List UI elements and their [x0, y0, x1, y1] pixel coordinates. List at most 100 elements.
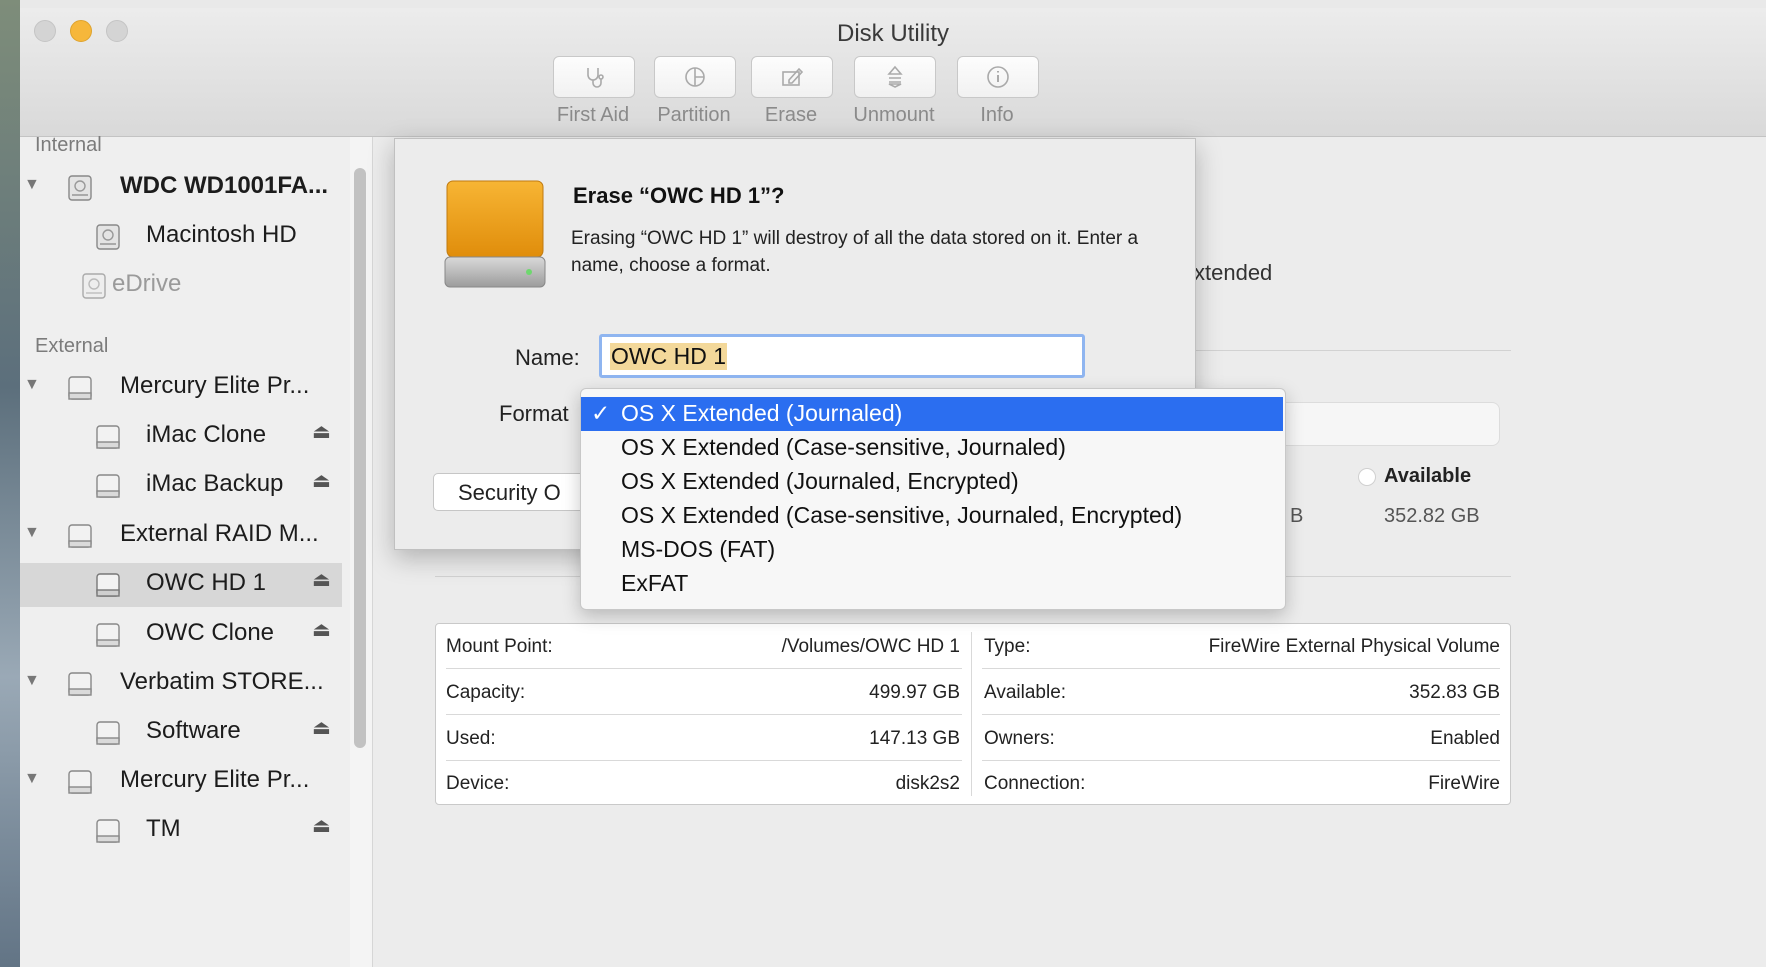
sidebar-item-imac-clone[interactable]: iMac Clone ⏏	[20, 415, 342, 459]
external-disk-icon	[96, 721, 120, 745]
sidebar-scroll-thumb[interactable]	[354, 168, 366, 748]
device-label: Device:	[446, 773, 510, 794]
eject-icon[interactable]: ⏏	[312, 567, 331, 592]
disclosure-triangle-icon[interactable]: ▼	[24, 524, 40, 542]
sidebar-item-mercury-elite-2[interactable]: ▼ Mercury Elite Pr...	[20, 760, 342, 804]
external-disk-icon	[68, 770, 92, 794]
info-icon	[987, 66, 1009, 88]
name-input-value: OWC HD 1	[610, 343, 727, 370]
device-value: disk2s2	[895, 773, 960, 794]
sidebar-item-edrive[interactable]: eDrive	[20, 264, 342, 308]
name-label: Name:	[515, 345, 580, 370]
dialog-title: Erase “OWC HD 1”?	[573, 183, 785, 208]
unmount-label: Unmount	[853, 104, 935, 126]
partition-button[interactable]	[654, 56, 736, 98]
sidebar-item-imac-backup[interactable]: iMac Backup ⏏	[20, 464, 342, 508]
usage-bar	[1270, 402, 1500, 446]
volume-format-text: xtended	[1194, 260, 1273, 285]
format-dropdown-menu: ✓ OS X Extended (Journaled) OS X Extende…	[580, 388, 1286, 610]
sidebar-item-label: Mercury Elite Pr...	[120, 766, 310, 793]
toolbar: Disk Utility First Aid Partition Erase U…	[20, 8, 1766, 137]
external-disk-icon	[68, 672, 92, 696]
info-label: Info	[980, 104, 1014, 126]
first-aid-button[interactable]	[553, 56, 635, 98]
mount-point-value: /Volumes/OWC HD 1	[781, 636, 960, 657]
info-button[interactable]	[957, 56, 1039, 98]
sidebar-item-verbatim-store[interactable]: ▼ Verbatim STORE...	[20, 662, 342, 706]
sidebar-item-software[interactable]: Software ⏏	[20, 711, 342, 755]
sidebar-item-mercury-elite-1[interactable]: ▼ Mercury Elite Pr...	[20, 366, 342, 410]
window-title: Disk Utility	[837, 20, 949, 47]
checkmark-icon: ✓	[591, 400, 611, 426]
partition-icon	[685, 67, 705, 87]
external-disk-icon	[96, 819, 120, 843]
format-option-journaled-encrypted[interactable]: OS X Extended (Journaled, Encrypted)	[581, 465, 1283, 499]
desktop-background-left	[0, 0, 20, 967]
disclosure-triangle-icon[interactable]: ▼	[24, 176, 40, 194]
eject-icon[interactable]: ⏏	[312, 715, 331, 740]
format-option-exfat[interactable]: ExFAT	[581, 567, 1283, 601]
owners-value: Enabled	[1430, 728, 1500, 749]
connection-label: Connection:	[984, 773, 1086, 794]
type-value: FireWire External Physical Volume	[1208, 636, 1500, 657]
menu-item-label: OS X Extended (Case-sensitive, Journaled…	[621, 502, 1183, 528]
unmount-button[interactable]	[854, 56, 936, 98]
row-divider	[982, 714, 1500, 715]
format-option-ms-dos-fat[interactable]: MS-DOS (FAT)	[581, 533, 1283, 567]
external-disk-icon	[96, 623, 120, 647]
available-value: 352.83 GB	[1409, 682, 1500, 703]
disclosure-triangle-icon[interactable]: ▼	[24, 376, 40, 394]
eject-icon[interactable]: ⏏	[312, 813, 331, 838]
internal-disk-icon	[96, 224, 120, 250]
sidebar-item-label: iMac Backup	[146, 470, 284, 497]
row-divider	[446, 714, 962, 715]
sidebar-item-label: OWC HD 1	[146, 569, 266, 596]
partition-label: Partition	[657, 104, 731, 126]
row-divider	[446, 760, 962, 761]
sidebar-item-tm[interactable]: TM ⏏	[20, 809, 342, 853]
eject-icon[interactable]: ⏏	[312, 419, 331, 444]
sidebar-item-label: External RAID M...	[120, 520, 319, 547]
row-divider	[982, 760, 1500, 761]
sidebar-item-label: WDC WD1001FA...	[120, 172, 329, 199]
erase-icon	[782, 67, 804, 86]
menu-item-label: OS X Extended (Journaled, Encrypted)	[621, 468, 1019, 494]
menu-item-label: ExFAT	[621, 570, 689, 596]
connection-value: FireWire	[1428, 773, 1500, 794]
divider	[1194, 350, 1511, 351]
disclosure-triangle-icon[interactable]: ▼	[24, 672, 40, 690]
menu-item-label: OS X Extended (Journaled)	[621, 400, 903, 426]
sidebar-item-owc-clone[interactable]: OWC Clone ⏏	[20, 613, 342, 657]
sidebar-item-label: OWC Clone	[146, 619, 275, 646]
external-disk-icon	[68, 376, 92, 400]
format-option-case-sensitive-journaled[interactable]: OS X Extended (Case-sensitive, Journaled…	[581, 431, 1283, 465]
sidebar-item-wdc[interactable]: ▼ WDC WD1001FA...	[20, 166, 342, 210]
eject-icon[interactable]: ⏏	[312, 617, 331, 642]
format-option-os-x-extended-journaled[interactable]: ✓ OS X Extended (Journaled)	[581, 397, 1283, 431]
name-input[interactable]: OWC HD 1	[599, 334, 1085, 378]
external-disk-icon	[96, 573, 120, 597]
sidebar-item-macintosh-hd[interactable]: Macintosh HD	[20, 215, 342, 259]
disclosure-triangle-icon[interactable]: ▼	[24, 770, 40, 788]
sidebar-item-owc-hd-1[interactable]: OWC HD 1 ⏏	[20, 563, 342, 607]
sidebar-item-label: eDrive	[112, 270, 182, 297]
menu-item-label: OS X Extended (Case-sensitive, Journaled…	[621, 434, 1066, 460]
stethoscope-icon	[587, 68, 604, 88]
row-divider	[982, 668, 1500, 669]
mount-point-label: Mount Point:	[446, 636, 553, 657]
external-disk-icon	[96, 474, 120, 498]
erase-button[interactable]	[751, 56, 833, 98]
used-value-partial: B	[1290, 505, 1304, 527]
unmount-icon	[887, 65, 903, 88]
sidebar-item-label: TM	[146, 815, 181, 842]
erase-label: Erase	[764, 104, 818, 126]
format-option-case-sensitive-journaled-encrypted[interactable]: OS X Extended (Case-sensitive, Journaled…	[581, 499, 1283, 533]
drive-icon	[444, 180, 546, 288]
internal-disk-icon	[82, 273, 106, 299]
external-disk-icon	[96, 425, 120, 449]
eject-icon[interactable]: ⏏	[312, 468, 331, 493]
sidebar-item-external-raid[interactable]: ▼ External RAID M...	[20, 514, 342, 558]
menu-item-label: MS-DOS (FAT)	[621, 536, 776, 562]
available-swatch-icon	[1358, 468, 1376, 486]
sidebar-section-internal: Internal	[35, 134, 102, 156]
